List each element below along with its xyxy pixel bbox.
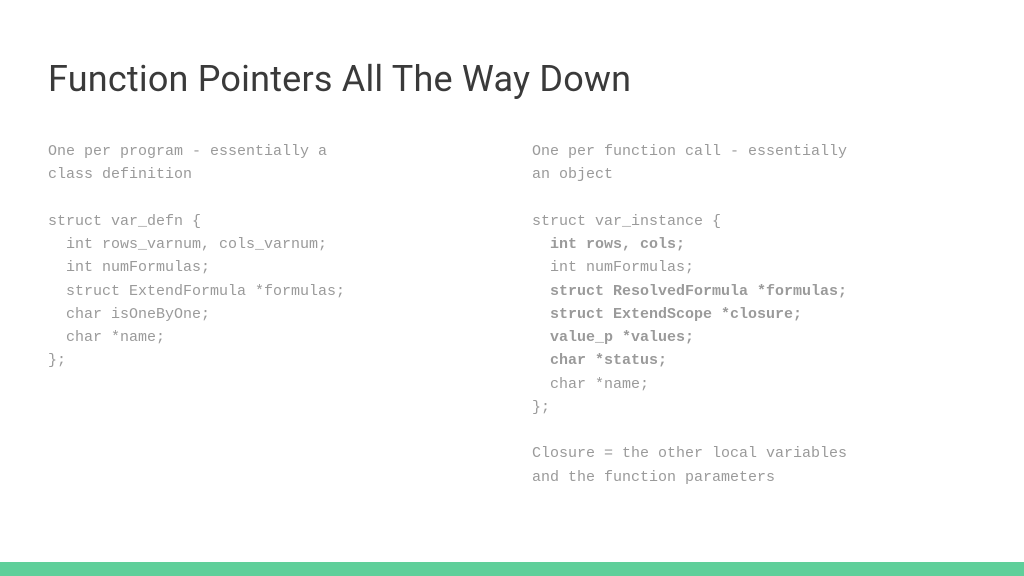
right-line-5: value_p *values; [532,329,694,346]
right-line-1: int rows, cols; [532,236,685,253]
left-struct-open: struct var_defn { [48,213,201,230]
left-line-4: char isOneByOne; [48,306,210,323]
right-line-2: int numFormulas; [532,259,694,276]
right-heading: One per function call - essentially an o… [532,143,847,183]
right-line-3: struct ResolvedFormula *formulas; [532,283,847,300]
right-struct-open: struct var_instance { [532,213,721,230]
slide: Function Pointers All The Way Down One p… [0,0,1024,576]
left-heading: One per program - essentially a class de… [48,143,327,183]
left-column: One per program - essentially a class de… [48,140,492,489]
columns: One per program - essentially a class de… [48,140,976,489]
accent-bar [0,562,1024,576]
left-struct-close: }; [48,352,66,369]
right-struct-close: }; [532,399,550,416]
left-line-1: int rows_varnum, cols_varnum; [48,236,327,253]
right-footer: Closure = the other local variables and … [532,445,847,485]
right-line-7: char *name; [532,376,649,393]
right-line-6: char *status; [532,352,667,369]
left-line-5: char *name; [48,329,165,346]
page-title: Function Pointers All The Way Down [48,58,976,100]
right-line-4: struct ExtendScope *closure; [532,306,802,323]
left-line-3: struct ExtendFormula *formulas; [48,283,345,300]
right-column: One per function call - essentially an o… [532,140,976,489]
left-line-2: int numFormulas; [48,259,210,276]
